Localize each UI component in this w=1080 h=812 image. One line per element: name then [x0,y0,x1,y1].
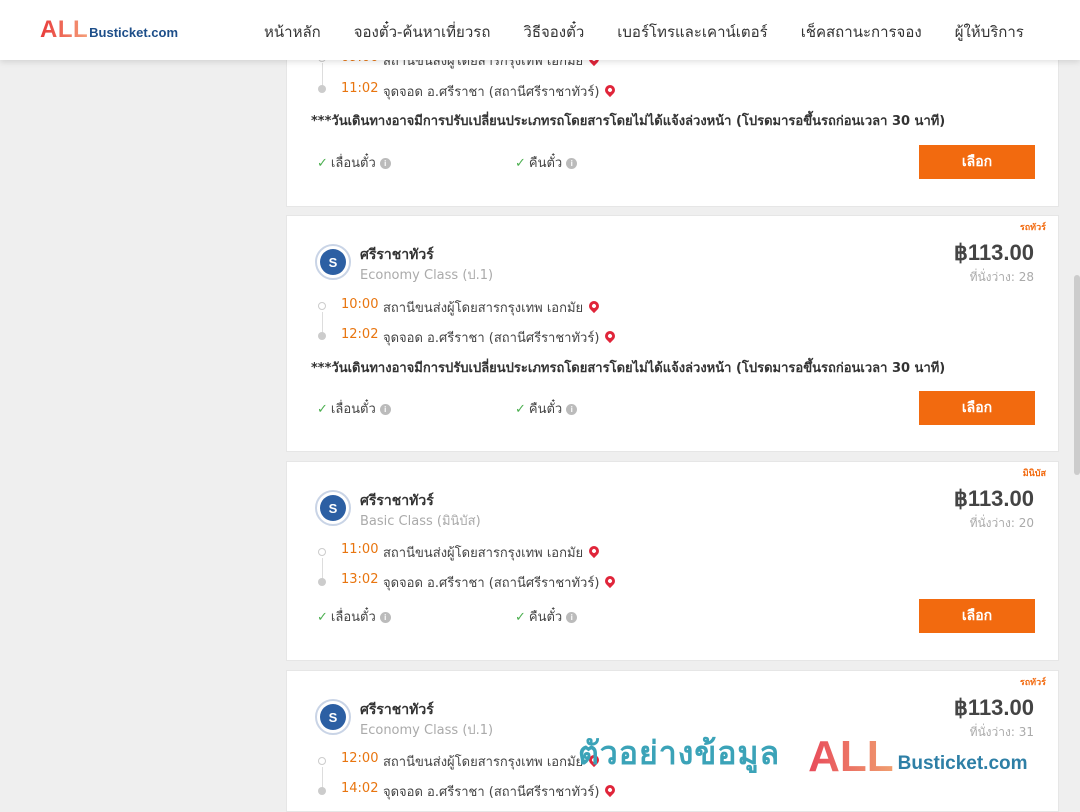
departure-time: 11:00 [341,542,379,557]
nav-how-to-book[interactable]: วิธีจองตั๋ว [523,20,584,44]
check-icon: ✓ [515,610,526,625]
page-scrollbar[interactable] [1074,60,1080,800]
operator-name: ศรีราชาทัวร์ [360,493,434,509]
refund-feature: ✓ คืนตั๋ว i [515,606,578,627]
info-icon[interactable]: i [566,612,578,623]
arrival-dot [318,85,326,93]
bus-type-badge: มินิบัส [1022,469,1046,479]
map-pin-icon[interactable] [603,782,618,798]
nav-operators[interactable]: ผู้ให้บริการ [955,20,1024,44]
arrival-dot [318,787,326,795]
ticket-price: ฿113.00 [953,240,1034,265]
trip-card: รถทัวร์ S ศรีราชาทัวร์ Economy Class (ป.… [286,670,1059,812]
logo-all-text: ALL [40,16,89,43]
scrollbar-thumb[interactable] [1074,275,1080,475]
route-notice: ***วันเดินทางอาจมีการปรับเปลี่ยนประเภทรถ… [311,361,946,376]
departure-time: 12:00 [341,751,379,766]
info-icon[interactable]: i [566,158,578,169]
seats-available: ที่นั่งว่าง: 31 [969,725,1034,739]
bus-type-badge: รถทัวร์ [1019,678,1046,688]
map-pin-icon[interactable] [587,543,602,559]
bus-class: Economy Class (ป.1) [360,723,494,738]
operator-name: ศรีราชาทัวร์ [360,247,434,263]
refund-feature: ✓ คืนตั๋ว i [515,398,578,419]
arrival-stop: จุดจอด อ.ศรีราชา (สถานีศรีราชาทัวร์) [383,572,618,593]
arrival-time: 13:02 [341,572,379,587]
bus-class: Economy Class (ป.1) [360,268,494,283]
reschedule-feature: ✓ เลื่อนตั๋ว i [317,398,391,419]
check-icon: ✓ [317,156,328,171]
logo-site-text: Busticket.com [89,25,179,40]
check-icon: ✓ [317,610,328,625]
select-trip-button[interactable]: เลือก [919,599,1035,633]
operator-logo-icon: S [320,495,346,521]
arrival-stop: จุดจอด อ.ศรีราชา (สถานีศรีราชาทัวร์) [383,81,618,102]
departure-stop: สถานีขนส่งผู้โดยสารกรุงเทพ เอกมัย [383,542,602,563]
arrival-time: 14:02 [341,781,379,796]
operator-logo: S [315,244,351,280]
select-trip-button[interactable]: เลือก [919,145,1035,179]
operator-name: ศรีราชาทัวร์ [360,702,434,718]
info-icon[interactable]: i [566,404,578,415]
ticket-price: ฿113.00 [953,695,1034,720]
route-notice: ***วันเดินทางอาจมีการปรับเปลี่ยนประเภทรถ… [311,114,946,129]
departure-dot [318,757,326,765]
trip-card: รถทัวร์ S ศรีราชาทัวร์ Economy Class (ป.… [286,215,1059,452]
select-trip-button[interactable]: เลือก [919,391,1035,425]
nav-home[interactable]: หน้าหลัก [264,20,321,44]
departure-stop: สถานีขนส่งผู้โดยสารกรุงเทพ เอกมัย [383,297,602,318]
seats-available: ที่นั่งว่าง: 20 [969,516,1034,530]
map-pin-icon[interactable] [603,573,618,589]
arrival-dot [318,578,326,586]
info-icon[interactable]: i [379,158,391,169]
departure-stop: สถานีขนส่งผู้โดยสารกรุงเทพ เอกมัย [383,751,602,772]
site-logo[interactable]: ALL Busticket.com [40,16,178,44]
nav-check-booking[interactable]: เช็คสถานะการจอง [801,20,922,44]
nav-phone-counters[interactable]: เบอร์โทรและเคาน์เตอร์ [617,20,767,44]
info-icon[interactable]: i [379,404,391,415]
check-icon: ✓ [317,402,328,417]
seats-available: ที่นั่งว่าง: 28 [969,270,1034,284]
main-nav: หน้าหลัก จองตั๋ว-ค้นหาเที่ยวรถ วิธีจองตั… [264,20,1057,44]
map-pin-icon[interactable] [603,328,618,344]
operator-logo: S [315,699,351,735]
top-navbar: ALL Busticket.com หน้าหลัก จองตั๋ว-ค้นหา… [0,0,1080,60]
refund-feature: ✓ คืนตั๋ว i [515,152,578,173]
map-pin-icon[interactable] [603,82,618,98]
ticket-price: ฿113.00 [953,486,1034,511]
departure-dot [318,548,326,556]
arrival-stop: จุดจอด อ.ศรีราชา (สถานีศรีราชาทัวร์) [383,781,618,802]
operator-logo: S [315,490,351,526]
check-icon: ✓ [515,156,526,171]
info-icon[interactable]: i [379,612,391,623]
arrival-dot [318,332,326,340]
departure-time: 10:00 [341,297,379,312]
bus-class: Basic Class (มินิบัส) [360,514,481,529]
departure-dot [318,302,326,310]
map-pin-icon[interactable] [587,752,602,768]
check-icon: ✓ [515,402,526,417]
arrival-time: 12:02 [341,327,379,342]
reschedule-feature: ✓ เลื่อนตั๋ว i [317,606,391,627]
operator-logo-icon: S [320,249,346,275]
bus-type-badge: รถทัวร์ [1019,223,1046,233]
map-pin-icon[interactable] [587,298,602,314]
reschedule-feature: ✓ เลื่อนตั๋ว i [317,152,391,173]
nav-book-search[interactable]: จองตั๋ว-ค้นหาเที่ยวรถ [354,20,491,44]
arrival-stop: จุดจอด อ.ศรีราชา (สถานีศรีราชาทัวร์) [383,327,618,348]
arrival-time: 11:02 [341,81,379,96]
operator-logo-icon: S [320,704,346,730]
trip-card: มินิบัส S ศรีราชาทัวร์ Basic Class (มินิ… [286,461,1059,661]
